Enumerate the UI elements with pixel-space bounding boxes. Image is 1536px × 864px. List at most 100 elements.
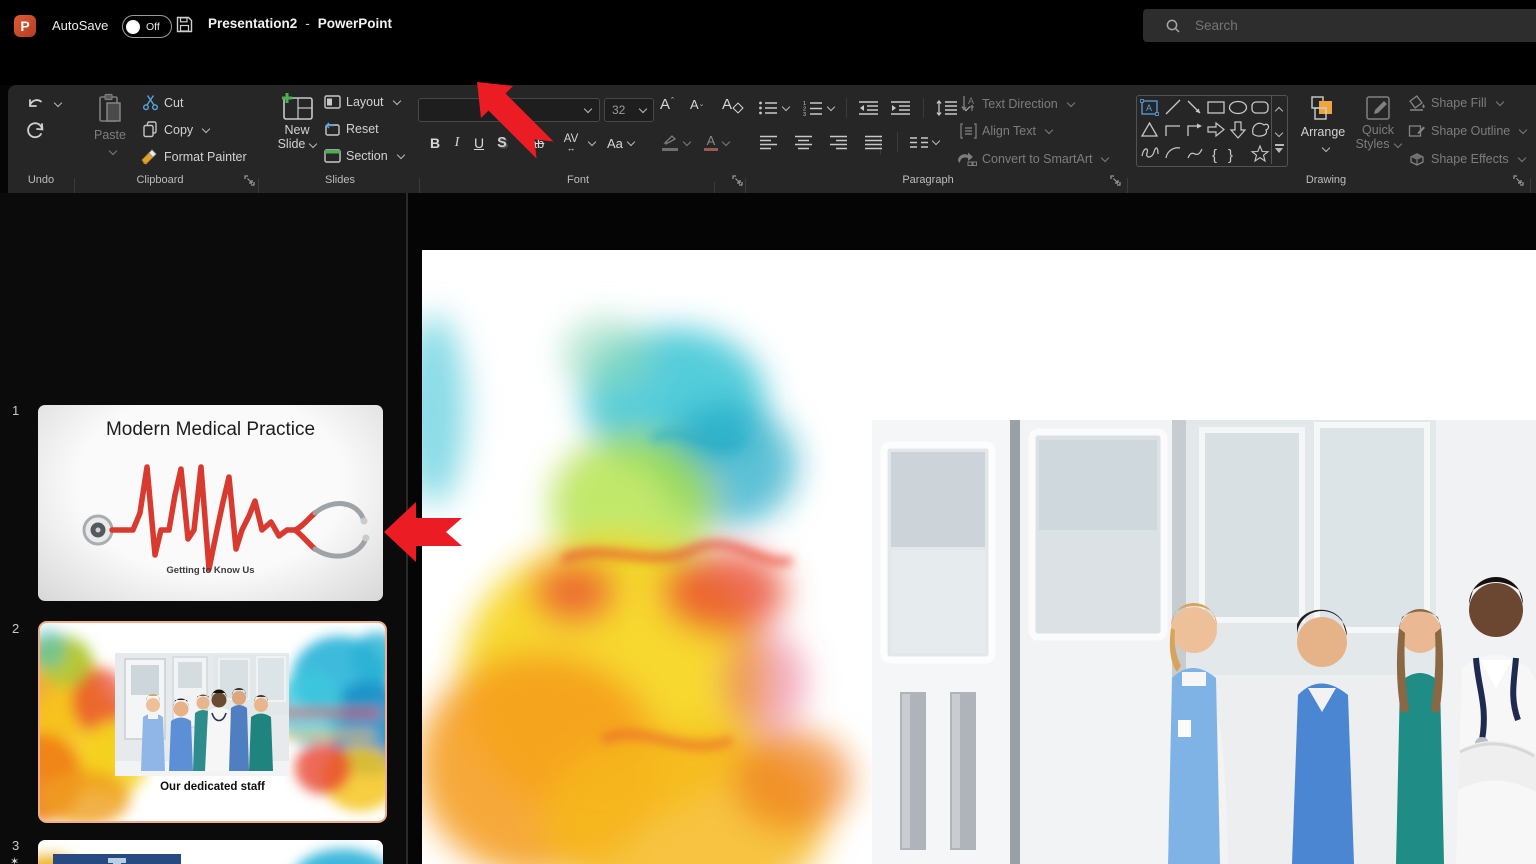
decrease-font-button[interactable]: Aˆ [690,97,703,113]
numbering-chevron[interactable] [826,102,836,112]
shape-down-arrow[interactable] [1229,121,1247,139]
search-box[interactable] [1143,9,1536,42]
quick-styles-label-line1: Quick [1362,123,1394,137]
shape-textbox[interactable]: A [1140,99,1159,116]
font-name-chevron[interactable] [583,104,593,114]
layout-chevron[interactable] [392,96,401,106]
font-dialog-launcher[interactable] [732,175,743,186]
increase-font-button[interactable]: Aˆ [660,96,674,114]
shape-line[interactable] [1165,99,1181,115]
shape-right-arrow[interactable] [1207,121,1225,138]
bullets-button[interactable] [758,100,778,116]
shape-rounded-rectangle[interactable] [1251,101,1269,114]
decrease-indent-button[interactable] [859,100,879,116]
highlight-button dim[interactable] [661,134,679,152]
shape-curve[interactable] [1187,148,1203,159]
layout-button[interactable]: Layout [324,95,401,109]
numbering-button[interactable]: 123 [803,100,823,116]
shape-outline-icon [1408,125,1425,137]
arrange-label: Arrange [1300,125,1346,139]
change-case-chevron[interactable] [626,137,636,147]
copy-dropdown-chevron[interactable] [201,124,211,133]
slide-3-number: 3 [12,838,20,853]
shape-rectangle[interactable] [1207,101,1225,114]
paragraph-row1: 123 [758,97,971,119]
drawing-dialog-launcher[interactable] [1513,175,1524,186]
format-painter-label: Format Painter [164,149,247,164]
align-left-button[interactable] [760,135,778,150]
font-size-combobox[interactable]: 32 [604,98,654,122]
smartart-label: Convert to SmartArt [982,152,1093,166]
columns-chevron[interactable] [931,136,941,146]
gallery-more-button[interactable] [1275,144,1284,153]
undo-button[interactable] [26,95,63,113]
redo-button[interactable] [26,121,46,141]
new-slide-button[interactable]: New Slide [266,93,328,151]
font-color-button[interactable]: A [703,134,718,152]
align-text-button[interactable]: Align Text [960,123,1054,139]
new-slide-label-line2: Slide [266,137,328,151]
quick-styles-button[interactable]: Quick Styles [1352,95,1404,151]
copy-button[interactable]: Copy [142,121,211,138]
shape-right-brace[interactable]: } [1228,147,1233,164]
undo-dropdown-chevron[interactable] [53,98,63,108]
arrange-button[interactable]: Arrange [1298,95,1348,157]
slide-ink-artwork[interactable] [422,260,922,864]
shape-gallery: A { } [1136,95,1288,167]
ribbon: Undo Paste Cut Copy Format Painter Clipb… [8,85,1536,264]
document-title: Presentation2 - PowerPoint [208,16,392,31]
align-right-button[interactable] [830,135,848,150]
paragraph-group-label: Paragraph [902,174,954,186]
line-spacing-button[interactable] [936,100,958,116]
section-button[interactable]: Section [324,149,405,163]
change-case-button[interactable]: Aa [607,136,623,151]
cut-button[interactable]: Cut [142,94,183,111]
paste-label: Paste [94,128,126,142]
shape-arrow[interactable] [1187,100,1201,114]
new-slide-chevron[interactable] [309,139,318,149]
bullets-chevron[interactable] [781,102,791,112]
bold-button[interactable]: B [424,135,446,151]
align-center-button[interactable] [795,135,813,150]
columns-button[interactable] [910,136,928,149]
text-direction-button[interactable]: A Text Direction [960,95,1075,112]
shape-scribble[interactable] [1141,147,1159,158]
convert-smartart-button[interactable]: Convert to SmartArt [956,151,1110,167]
shape-outline-button[interactable]: Shape Outline [1408,123,1528,139]
shape-elbow-connector[interactable] [1165,125,1180,136]
gallery-scroll-up[interactable] [1274,102,1284,120]
font-size-chevron[interactable] [638,104,648,114]
shape-oval[interactable] [1228,100,1248,115]
slide-staff-photo[interactable] [872,420,1536,864]
save-icon[interactable] [175,15,194,34]
animation-star-icon[interactable]: ✶ [10,855,19,864]
slide-3-thumbnail[interactable] [38,840,383,864]
paragraph-dialog-launcher[interactable] [1110,175,1121,186]
format-painter-button[interactable]: Format Painter [140,148,247,165]
autosave-toggle[interactable]: Off [122,15,172,38]
slide-2-thumbnail[interactable]: Our dedicated staff [38,621,387,823]
justify-button[interactable] [865,135,883,150]
shape-arc[interactable] [1165,147,1181,159]
shape-effects-button[interactable]: Shape Effects [1408,151,1526,167]
shape-elbow-arrow-connector[interactable] [1187,123,1202,137]
title-separator: - [305,16,310,31]
gallery-scroll-down[interactable] [1274,124,1284,142]
shape-triangle[interactable] [1140,121,1159,137]
character-spacing-chevron[interactable] [587,137,597,147]
app-name: PowerPoint [317,16,393,31]
section-chevron[interactable] [396,150,405,160]
reset-button[interactable]: Reset [324,122,379,136]
arrange-chevron[interactable] [1321,143,1330,153]
clear-formatting-button[interactable]: A [722,96,744,114]
shape-fill-button[interactable]: Shape Fill [1408,95,1504,111]
shape-freeform[interactable] [1252,122,1270,137]
shape-star[interactable] [1250,144,1270,163]
slide-canvas[interactable] [422,250,1536,864]
shape-left-brace[interactable]: { [1212,147,1217,164]
increase-indent-button[interactable] [891,100,911,116]
paste-button[interactable]: Paste [82,93,138,160]
slide-1-thumbnail[interactable]: Modern Medical Practice Getting to Know … [38,405,383,601]
clipboard-dialog-launcher[interactable] [244,175,255,186]
search-input[interactable] [1193,17,1497,34]
